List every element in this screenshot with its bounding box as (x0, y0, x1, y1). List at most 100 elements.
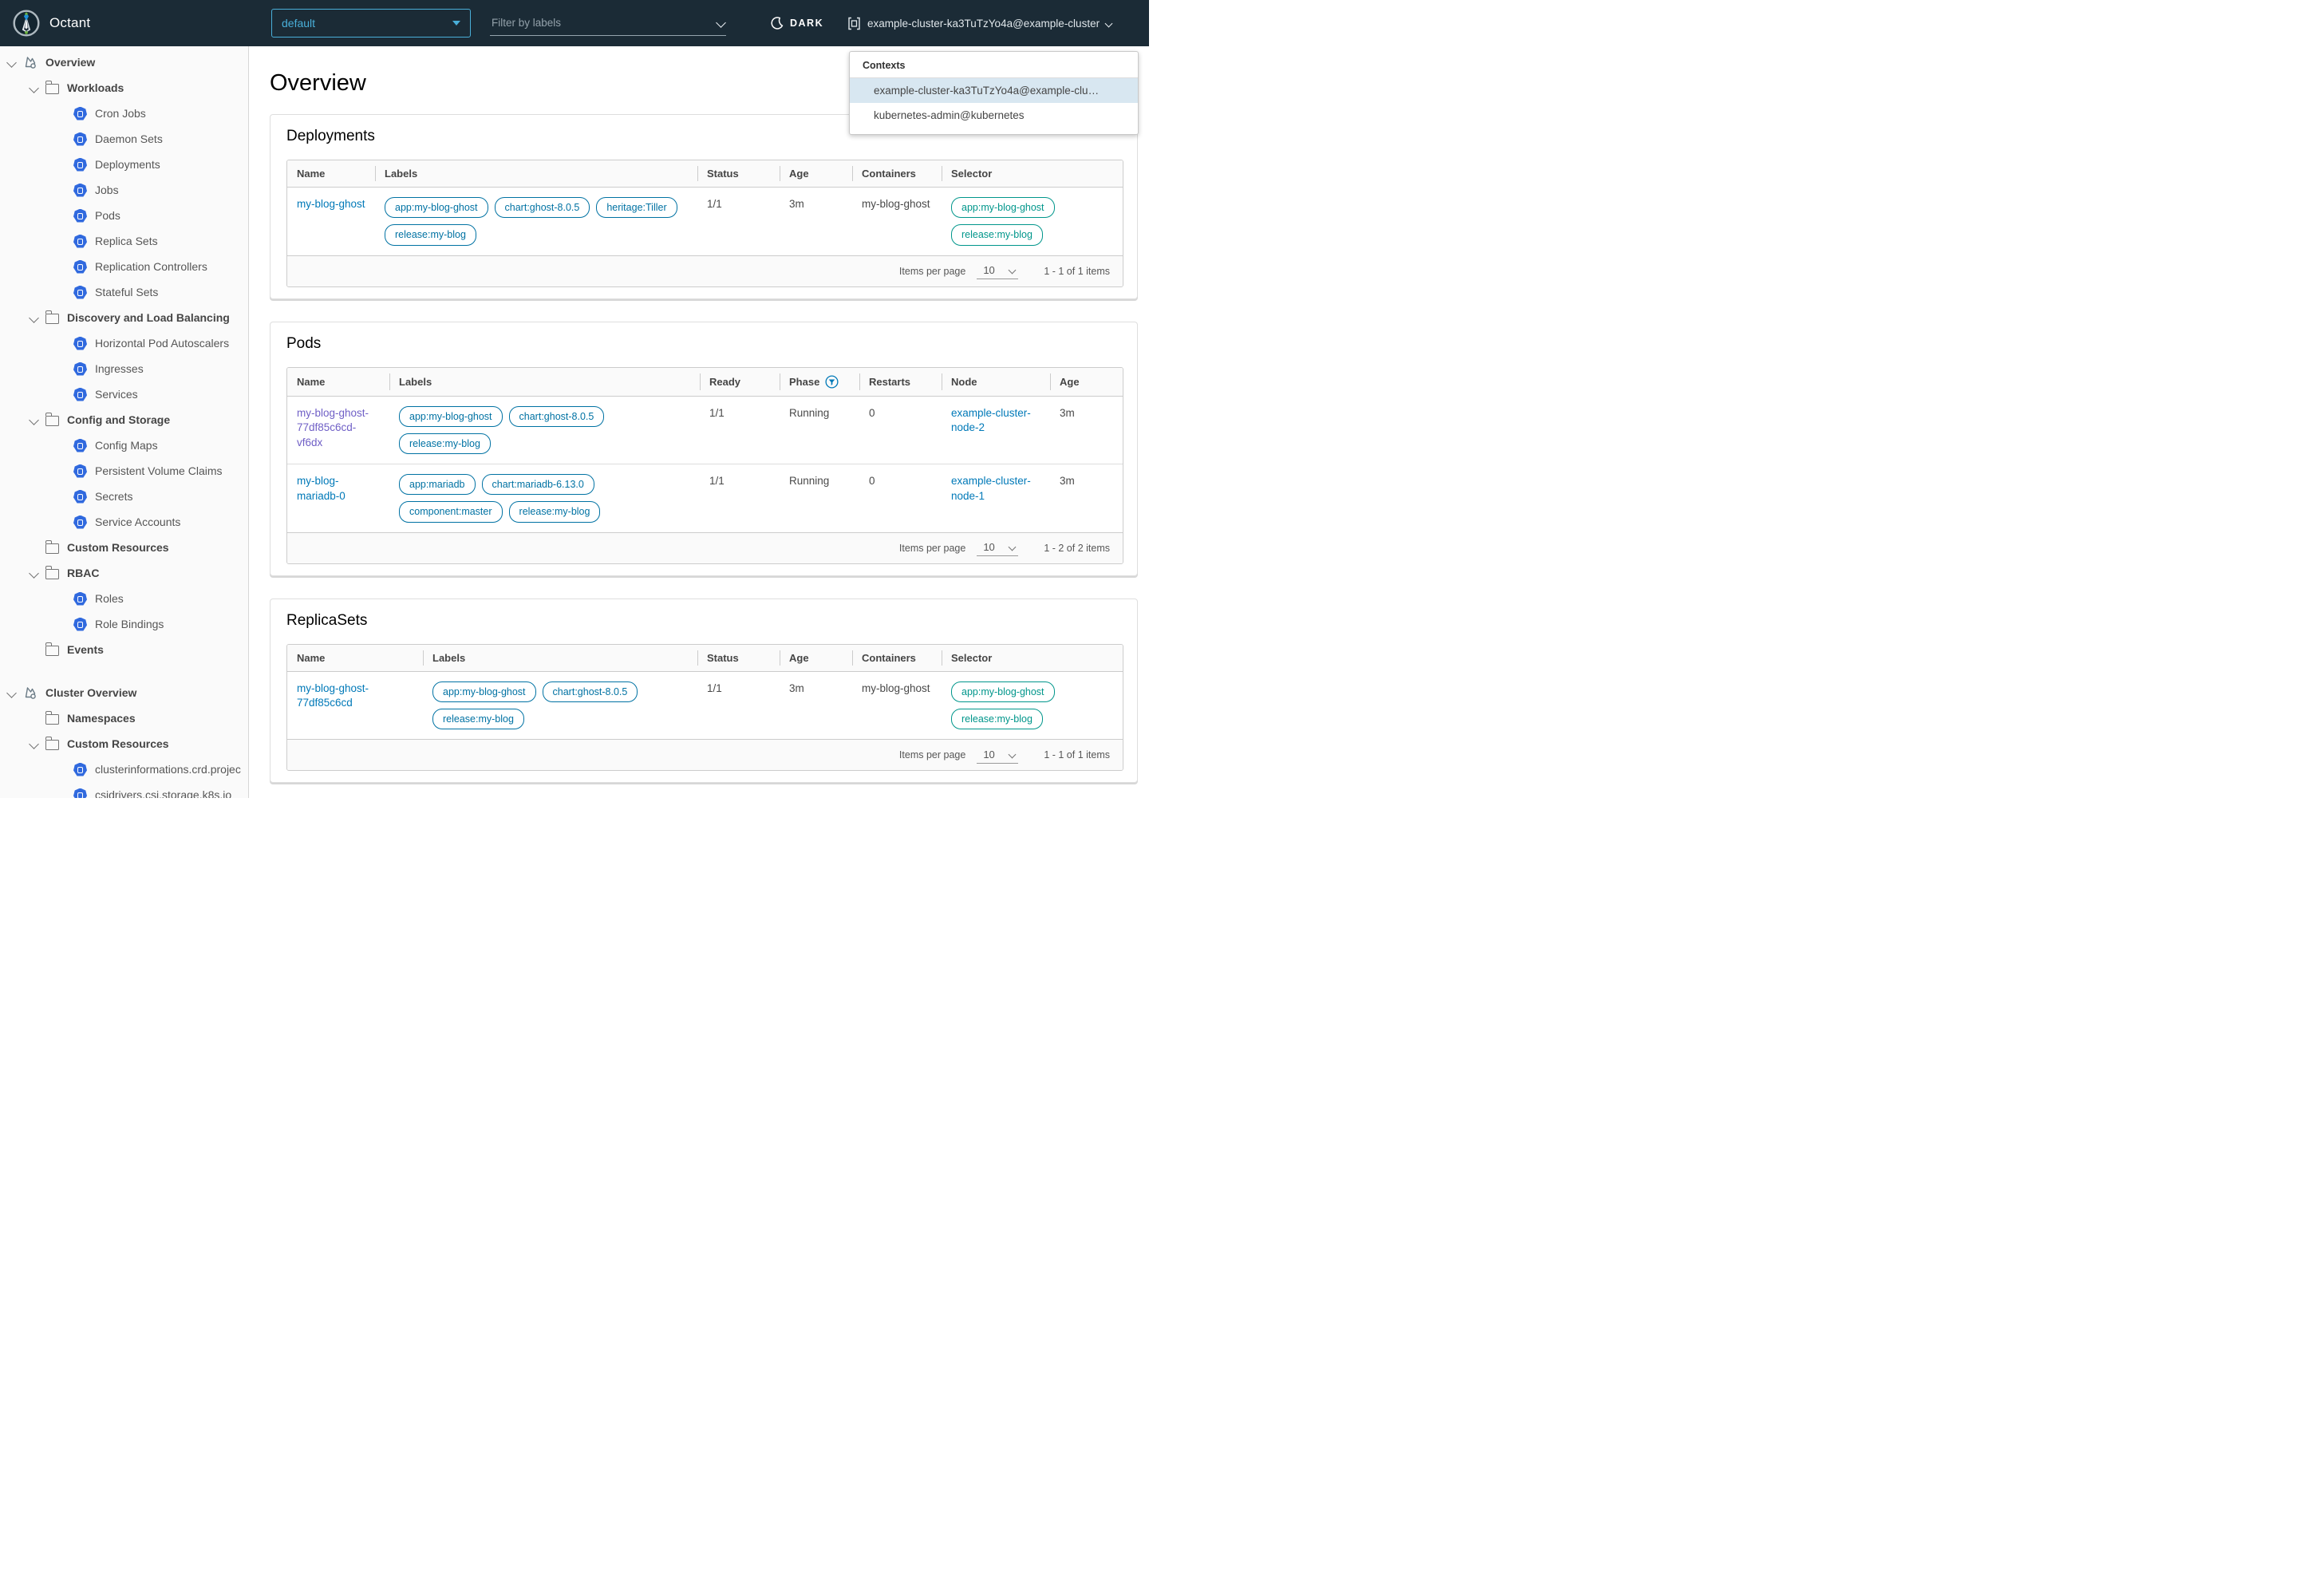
chevron-down-icon (1105, 19, 1113, 27)
column-header: Status (697, 160, 780, 187)
deployments-table: Name Labels Status Age Containers Select… (286, 160, 1123, 287)
sidebar-item-workloads[interactable]: Workloads (0, 75, 248, 101)
label-filter-input[interactable] (490, 16, 717, 30)
column-header: Containers (852, 160, 942, 187)
pods-card: Pods Name Labels Ready Phase Restarts No… (270, 322, 1138, 576)
label-pill: release:my-blog (399, 433, 491, 454)
sidebar-item-ingresses[interactable]: Ingresses (0, 356, 248, 381)
selector-cell: app:my-blog-ghost release:my-blog (942, 672, 1123, 740)
age-cell: 3m (1050, 464, 1123, 532)
overview-icon (23, 55, 38, 69)
secrets-icon (73, 490, 87, 504)
chevron-down-icon[interactable] (716, 18, 726, 28)
column-header: Selector (942, 160, 1123, 187)
chevron-down-icon[interactable] (29, 83, 39, 93)
theme-toggle[interactable]: DARK (771, 0, 823, 46)
selector-pill: app:my-blog-ghost (951, 681, 1055, 702)
ready-cell: 1/1 (700, 464, 780, 532)
contexts-menu: Contexts example-cluster-ka3TuTzYo4a@exa… (849, 51, 1139, 135)
sidebar-item-jobs[interactable]: Jobs (0, 177, 248, 203)
page-size-select[interactable]: 10 (977, 539, 1018, 556)
sidebar-item-cron-jobs[interactable]: Cron Jobs (0, 101, 248, 126)
pod-name-link[interactable]: my-blog-mariadb-0 (297, 475, 345, 502)
pvc-icon (73, 464, 87, 478)
column-header: Name (287, 645, 423, 671)
page-size-select[interactable]: 10 (977, 747, 1018, 764)
sidebar-item-persistent-volume-claims[interactable]: Persistent Volume Claims (0, 458, 248, 484)
label-pill: release:my-blog (509, 501, 601, 522)
sidebar-item-service-accounts[interactable]: Service Accounts (0, 509, 248, 535)
selector-cell: app:my-blog-ghost release:my-blog (942, 188, 1123, 255)
context-menu-item[interactable]: kubernetes-admin@kubernetes (850, 103, 1138, 128)
pod-name-link[interactable]: my-blog-ghost-77df85c6cd-vf6dx (297, 407, 369, 449)
role-bindings-icon (73, 618, 87, 631)
stateful-sets-icon (73, 286, 87, 299)
sidebar-item-clusterinformations[interactable]: clusterinformations.crd.projec (0, 757, 248, 782)
daemon-sets-icon (73, 132, 87, 146)
sidebar-item-custom-resources-cluster[interactable]: Custom Resources (0, 731, 248, 757)
sidebar-item-secrets[interactable]: Secrets (0, 484, 248, 509)
node-link[interactable]: example-cluster-node-1 (951, 475, 1031, 502)
sidebar-item-cluster-overview[interactable]: Cluster Overview (0, 680, 248, 705)
chevron-down-icon[interactable] (29, 568, 39, 579)
status-cell: 1/1 (697, 188, 780, 255)
replication-controllers-icon (73, 260, 87, 274)
column-header: Labels (375, 160, 697, 187)
crd-icon (73, 763, 87, 776)
selector-pill: release:my-blog (951, 709, 1043, 729)
namespace-select[interactable]: default (271, 9, 471, 38)
age-cell: 3m (1050, 397, 1123, 464)
sidebar-item-config-and-storage[interactable]: Config and Storage (0, 407, 248, 433)
sidebar-item-config-maps[interactable]: Config Maps (0, 433, 248, 458)
deployment-name-link[interactable]: my-blog-ghost (297, 198, 365, 210)
roles-icon (73, 592, 87, 606)
replicasets-card: ReplicaSets Name Labels Status Age Conta… (270, 598, 1138, 784)
chevron-down-icon[interactable] (29, 739, 39, 749)
containers-cell: my-blog-ghost (852, 188, 942, 255)
chevron-down-icon[interactable] (6, 688, 17, 698)
context-button[interactable]: example-cluster-ka3TuTzYo4a@example-clus… (847, 0, 1111, 46)
column-header: Phase (780, 368, 859, 396)
sidebar-item-events[interactable]: Events (0, 637, 248, 662)
sidebar-item-rbac[interactable]: RBAC (0, 560, 248, 586)
column-header: Restarts (859, 368, 942, 396)
replicaset-name-link[interactable]: my-blog-ghost-77df85c6cd (297, 682, 369, 709)
sidebar-item-roles[interactable]: Roles (0, 586, 248, 611)
column-header: Selector (942, 645, 1123, 671)
node-link[interactable]: example-cluster-node-2 (951, 407, 1031, 434)
sidebar-item-daemon-sets[interactable]: Daemon Sets (0, 126, 248, 152)
folder-icon (45, 314, 59, 324)
sidebar-item-namespaces[interactable]: Namespaces (0, 705, 248, 731)
chevron-down-icon[interactable] (29, 313, 39, 323)
sidebar-item-csidrivers[interactable]: csidrivers.csi.storage.k8s.io (0, 782, 248, 798)
phase-filter-icon[interactable] (825, 375, 839, 389)
label-pill: app:my-blog-ghost (432, 681, 536, 702)
context-menu-item[interactable]: example-cluster-ka3TuTzYo4a@example-clu… (850, 78, 1138, 103)
chevron-down-icon[interactable] (29, 415, 39, 425)
sidebar-item-replication-controllers[interactable]: Replication Controllers (0, 254, 248, 279)
replicasets-table: Name Labels Status Age Containers Select… (286, 644, 1123, 772)
theme-label: DARK (790, 18, 823, 29)
table-row: my-blog-ghost-77df85c6cd app:my-blog-gho… (287, 672, 1123, 740)
label-pill: app:my-blog-ghost (399, 406, 503, 427)
chevron-down-icon[interactable] (6, 57, 17, 68)
sidebar-item-custom-resources[interactable]: Custom Resources (0, 535, 248, 560)
label-pill: release:my-blog (385, 224, 476, 245)
jobs-icon (73, 184, 87, 197)
sidebar-item-overview[interactable]: Overview (0, 49, 248, 75)
status-cell: 1/1 (697, 672, 780, 740)
sidebar-item-discovery-and-load-balancing[interactable]: Discovery and Load Balancing (0, 305, 248, 330)
sidebar-item-deployments[interactable]: Deployments (0, 152, 248, 177)
table-row: my-blog-ghost app:my-blog-ghost chart:gh… (287, 188, 1123, 255)
sidebar-item-role-bindings[interactable]: Role Bindings (0, 611, 248, 637)
sidebar-item-services[interactable]: Services (0, 381, 248, 407)
page-size-select[interactable]: 10 (977, 263, 1018, 279)
cron-jobs-icon (73, 107, 87, 120)
label-filter (490, 10, 726, 36)
labels-cell: app:mariadb chart:mariadb-6.13.0 compone… (389, 464, 700, 532)
caret-down-icon (452, 21, 460, 26)
sidebar-item-pods[interactable]: Pods (0, 203, 248, 228)
sidebar-item-horizontal-pod-autoscalers[interactable]: Horizontal Pod Autoscalers (0, 330, 248, 356)
sidebar-item-stateful-sets[interactable]: Stateful Sets (0, 279, 248, 305)
sidebar-item-replica-sets[interactable]: Replica Sets (0, 228, 248, 254)
